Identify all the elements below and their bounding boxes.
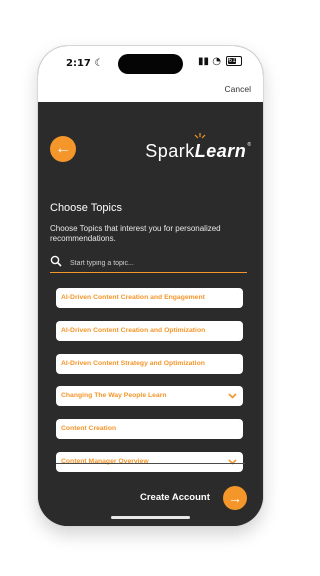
topic-item[interactable]: AI-Driven Content Creation and Optimizat… bbox=[56, 321, 243, 341]
arrow-right-icon: → bbox=[228, 490, 242, 506]
sparklearn-logo: SparkLearn ® bbox=[145, 133, 251, 162]
home-indicator bbox=[111, 516, 190, 519]
footer-divider bbox=[56, 463, 245, 464]
topic-item[interactable]: AI-Driven Content Creation and Engagemen… bbox=[56, 288, 243, 308]
focus-moon-icon: ☾ bbox=[94, 58, 104, 69]
signal-icon: ▮▮ bbox=[198, 56, 210, 67]
top-sheet: 2:17 ☾ ▮▮ ◔ 61 Cancel bbox=[38, 46, 263, 102]
trademark-mark: ® bbox=[247, 142, 251, 148]
back-button[interactable]: ← bbox=[50, 136, 76, 162]
topic-label: AI-Driven Content Creation and Engagemen… bbox=[61, 294, 205, 301]
create-account-button[interactable]: → bbox=[223, 486, 247, 510]
topic-item[interactable]: AI-Driven Content Strategy and Optimizat… bbox=[56, 354, 243, 374]
topic-label: Changing The Way People Learn bbox=[61, 392, 167, 399]
chevron-down-icon[interactable] bbox=[228, 393, 237, 399]
topic-label: AI-Driven Content Creation and Optimizat… bbox=[61, 327, 206, 334]
status-time-text: 2:17 bbox=[66, 58, 91, 69]
wifi-icon: ◔ bbox=[212, 56, 221, 67]
logo-secondary: Learn bbox=[194, 141, 247, 161]
status-indicators: ▮▮ ◔ 61 bbox=[198, 56, 243, 67]
battery-icon: 61 bbox=[226, 56, 243, 66]
search-input[interactable] bbox=[68, 255, 242, 271]
topic-item[interactable]: Content Manager Overview bbox=[56, 452, 243, 472]
create-account-label[interactable]: Create Account bbox=[140, 492, 210, 503]
arrow-left-icon: ← bbox=[55, 140, 71, 157]
search-icon bbox=[50, 255, 62, 267]
topic-label: AI-Driven Content Strategy and Optimizat… bbox=[61, 360, 205, 367]
dynamic-island bbox=[118, 54, 183, 74]
status-time: 2:17 ☾ bbox=[66, 58, 103, 69]
page-subtitle: Choose Topics that interest you for pers… bbox=[50, 224, 221, 243]
logo-text: SparkLearn bbox=[145, 141, 246, 162]
chevron-down-icon[interactable] bbox=[228, 459, 237, 465]
spark-icon bbox=[194, 133, 206, 139]
topic-item[interactable]: Content Creation bbox=[56, 419, 243, 439]
topic-search bbox=[50, 252, 247, 273]
logo-primary: Spark bbox=[145, 141, 195, 161]
topic-label: Content Creation bbox=[61, 425, 117, 432]
cancel-button[interactable]: Cancel bbox=[225, 84, 251, 94]
topic-item[interactable]: Changing The Way People Learn bbox=[56, 386, 243, 406]
phone-frame: 2:17 ☾ ▮▮ ◔ 61 Cancel ← SparkLearn ® Cho… bbox=[38, 46, 263, 526]
page-title: Choose Topics bbox=[50, 202, 122, 214]
battery-percent: 61 bbox=[228, 57, 237, 64]
